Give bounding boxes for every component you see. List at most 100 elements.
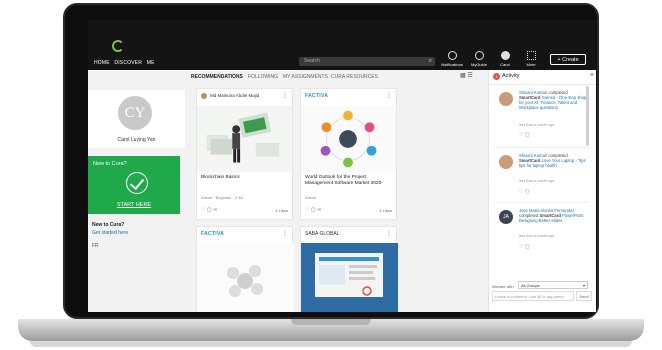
activity-actions: ♡ ▢ (519, 189, 530, 195)
card-title[interactable]: Blockchain Basics (201, 175, 287, 181)
activity-time: less than a minute ago (519, 179, 555, 183)
activity-time: less than a minute ago (519, 234, 555, 238)
interact-with-label: Interact with (492, 284, 514, 289)
grid-icon (526, 51, 536, 60)
bell-icon (447, 51, 457, 60)
activity-actions: ♡ ▢ (519, 132, 530, 138)
myguide-button[interactable]: MyGuide (466, 51, 492, 67)
card-menu-icon[interactable]: ⋮ (282, 230, 288, 237)
avatar[interactable]: CY (118, 96, 152, 130)
comment-input[interactable]: Leave a comment. Use @ to tag peers (492, 291, 574, 301)
comment-icon[interactable]: ▢ (525, 244, 530, 250)
activity-count-badge: 1 (493, 73, 500, 80)
card-actions: ♡ ▢ ⋖ (201, 207, 217, 213)
comment-icon[interactable]: ▢ (311, 207, 316, 213)
card-title[interactable]: World Outlook for the Project Management… (305, 175, 391, 187)
card-likes[interactable]: 2 Likes (379, 208, 392, 213)
help-icon (474, 51, 484, 60)
grid-view-icon[interactable]: ▦ (460, 73, 466, 79)
card-meta: Article (305, 195, 317, 200)
chevron-down-icon: ▾ (582, 283, 585, 288)
list-view-icon[interactable]: ☰ (467, 73, 472, 79)
view-toggle[interactable]: ▦ ☰ (460, 72, 473, 79)
activity-text: Shivani Kumari completed SmartCard Gamed… (519, 90, 589, 110)
more-menu[interactable]: More (518, 51, 544, 67)
search-placeholder: Search (304, 58, 320, 64)
create-button[interactable]: + Create (550, 54, 586, 65)
divider (494, 147, 589, 148)
notifications-label: Notifications (441, 62, 463, 67)
like-icon[interactable]: ♡ (519, 189, 523, 195)
avatar (500, 51, 510, 60)
search-input[interactable]: Search ⌕ (299, 57, 435, 66)
get-started-link[interactable]: Get started here (92, 230, 128, 236)
app-screen: HOME DISCOVER ME Search ⌕ Notifications … (88, 20, 596, 312)
laptop-notch (291, 319, 371, 325)
profile-name[interactable]: Carol Luying Yan (88, 137, 185, 143)
nav-discover[interactable]: DISCOVER (114, 60, 142, 66)
smartcard-world-outlook[interactable]: FACTIVA ⋮ World Outlook for the Project … (300, 88, 397, 220)
start-here-link[interactable]: START HERE (88, 202, 180, 208)
check-icon (126, 172, 148, 194)
activity-actions: ♡ ▢ (519, 244, 530, 250)
activity-title: Activity (502, 73, 520, 79)
share-icon[interactable]: ⋖ (317, 207, 321, 213)
card-source: FACTIVA (201, 231, 225, 237)
nav-home[interactable]: HOME (94, 60, 110, 66)
smartcard-blockchain[interactable]: Md Mainuna Abdel Majid ⋮ Blockchain Basi… (196, 88, 293, 220)
user-menu[interactable]: Carol (492, 51, 518, 67)
myguide-label: MyGuide (470, 62, 487, 67)
smartcard-saba[interactable]: SABA GLOBAL ⋮ (300, 226, 398, 312)
tab-recommendations[interactable]: RECOMMENDATIONS (191, 74, 243, 80)
send-button[interactable]: Send (576, 291, 592, 301)
card-menu-icon[interactable]: ⋮ (282, 92, 288, 99)
card-actions: ♡ ▢ ⋖ (305, 207, 321, 213)
smartcard-factiva[interactable]: FACTIVA ⋮ (196, 226, 294, 312)
laptop-shadow (30, 341, 632, 347)
card-author[interactable]: Md Mainuna Abdel Majid (201, 93, 291, 99)
avatar[interactable] (499, 92, 513, 106)
main-nav: HOME DISCOVER ME (94, 60, 158, 66)
avatar[interactable]: JA (499, 210, 513, 224)
nav-me[interactable]: ME (147, 60, 155, 66)
more-label: More (526, 62, 536, 67)
avatar[interactable] (499, 155, 513, 169)
close-icon[interactable]: × (590, 72, 594, 79)
activity-item[interactable]: JA Jose Maria Alonso Fernandez completed… (489, 206, 589, 264)
tab-my-assignments[interactable]: MY ASSIGNMENTS (283, 74, 328, 80)
activity-text: Jose Maria Alonso Fernandez completed Sm… (519, 208, 589, 223)
profile-card: CY Carol Luying Yan (88, 90, 185, 148)
activity-item[interactable]: Shivani Kumari completed SmartCard Love … (489, 151, 589, 209)
author-name: Md Mainuna Abdel Majid (210, 93, 260, 99)
new-to-cura-card[interactable]: New to Cura? START HERE (88, 156, 180, 214)
cura-logo-icon[interactable] (112, 40, 124, 52)
card-source: FACTIVA (305, 93, 329, 99)
comment-icon[interactable]: ▢ (525, 189, 530, 195)
new-to-cura-question: New to Cura? (92, 222, 125, 228)
like-icon[interactable]: ♡ (519, 132, 523, 138)
group-select[interactable]: All Groups ▾ (518, 281, 588, 289)
like-icon[interactable]: ♡ (201, 207, 205, 213)
activity-time: less than a minute ago (519, 123, 555, 127)
tab-cura-resources[interactable]: CURA RESOURCES (331, 74, 378, 80)
notifications-button[interactable]: Notifications (439, 51, 465, 67)
comment-icon[interactable]: ▢ (525, 132, 530, 138)
card-meta: Article · Beginner · 5 Mi (201, 195, 243, 200)
like-icon[interactable]: ♡ (519, 244, 523, 250)
card-likes[interactable]: 4 Likes (275, 208, 288, 213)
new-to-cura-title: New to Cura? (93, 161, 127, 167)
like-icon[interactable]: ♡ (305, 207, 309, 213)
user-label: Carol (500, 62, 510, 67)
activity-text: Shivani Kumari completed SmartCard Love … (519, 153, 589, 168)
divider (494, 202, 589, 203)
card-thumbnail (197, 105, 292, 173)
activity-item[interactable]: Shivani Kumari completed SmartCard Gamed… (489, 88, 589, 146)
search-icon[interactable]: ⌕ (429, 57, 432, 66)
card-menu-icon[interactable]: ⋮ (386, 92, 392, 99)
share-icon[interactable]: ⋖ (213, 207, 217, 213)
comment-icon[interactable]: ▢ (207, 207, 212, 213)
tab-following[interactable]: FOLLOWING (248, 74, 278, 80)
card-menu-icon[interactable]: ⋮ (386, 230, 392, 237)
top-bar: HOME DISCOVER ME Search ⌕ Notifications … (88, 20, 596, 70)
sidebar-extra-text: FR (92, 243, 99, 249)
